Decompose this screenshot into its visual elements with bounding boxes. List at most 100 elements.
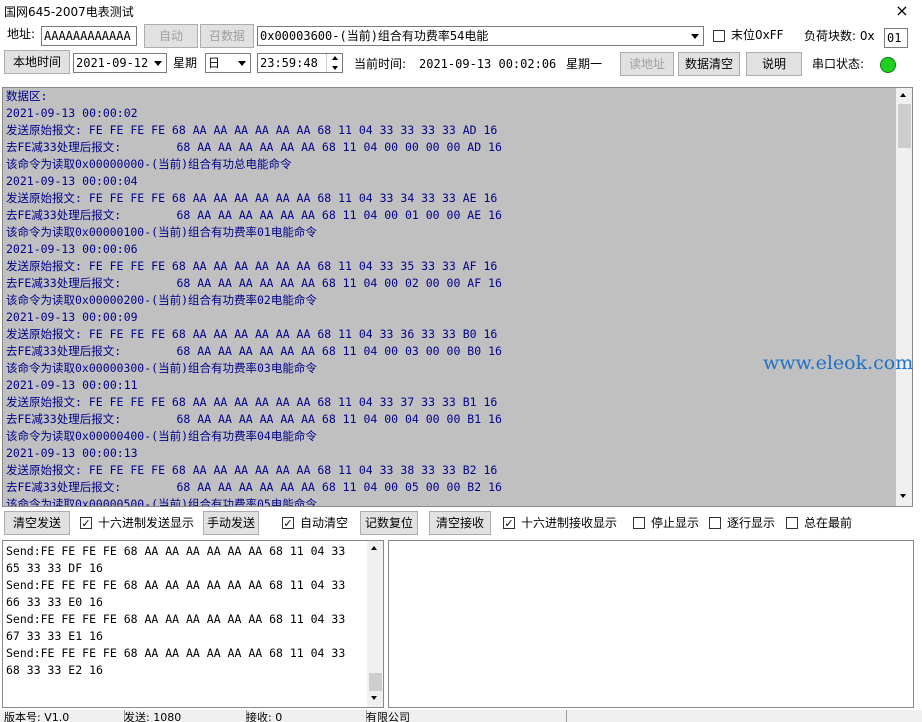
- chevron-down-icon[interactable]: [234, 54, 250, 72]
- address-label: 地址:: [7, 27, 36, 41]
- auto-button[interactable]: 自动: [144, 24, 198, 48]
- time-spinner[interactable]: [326, 54, 342, 72]
- data-area-line: 该命令为读取0x00000500-(当前)组合有功费率05电能命令: [6, 497, 317, 507]
- receive-count-status: 接收: 0: [242, 710, 367, 722]
- company-status: 有限公司: [362, 710, 567, 722]
- data-area-line: 2021-09-13 00:00:11: [6, 378, 138, 392]
- send-lines: Send:FE FE FE FE 68 AA AA AA AA AA AA 68…: [6, 543, 345, 679]
- hex-send-checkbox[interactable]: ✓: [80, 517, 92, 529]
- send-area-line: 67 33 33 E1 16: [6, 629, 103, 643]
- address-input[interactable]: AAAAAAAAAAAA: [41, 26, 137, 46]
- hex-receive-label: 十六进制接收显示: [521, 516, 618, 530]
- send-scrollbar[interactable]: [367, 541, 383, 707]
- watermark: www.eleok.com: [763, 352, 914, 374]
- send-area-line: Send:FE FE FE FE 68 AA AA AA AA AA AA 68…: [6, 544, 346, 558]
- payload-blocks-label: 负荷块数: 0x: [804, 29, 875, 43]
- clear-data-button[interactable]: 数据清空: [678, 52, 740, 76]
- stop-display-checkbox[interactable]: [633, 517, 645, 529]
- data-area-line: 去FE减33处理后报文: 68 AA AA AA AA AA AA 68 11 …: [6, 276, 502, 290]
- weekday-select[interactable]: 日: [205, 53, 251, 73]
- data-area-line: 去FE减33处理后报文: 68 AA AA AA AA AA AA 68 11 …: [6, 412, 502, 426]
- scroll-down-icon[interactable]: [371, 696, 377, 700]
- window-title: 国网645-2007电表测试: [4, 5, 134, 19]
- date-picker[interactable]: 2021-09-12: [73, 53, 167, 73]
- data-area-line: 2021-09-13 00:00:06: [6, 242, 138, 256]
- auto-clear-checkbox[interactable]: ✓: [282, 517, 294, 529]
- data-area-line: 发送原始报文: FE FE FE FE 68 AA AA AA AA AA AA…: [6, 259, 498, 273]
- data-area-line: 发送原始报文: FE FE FE FE 68 AA AA AA AA AA AA…: [6, 463, 498, 477]
- data-area-line: 去FE减33处理后报文: 68 AA AA AA AA AA AA 68 11 …: [6, 480, 502, 494]
- port-status-label: 串口状态:: [812, 57, 865, 71]
- summon-data-button[interactable]: 召数据: [200, 24, 254, 48]
- send-area-line: 65 33 33 DF 16: [6, 561, 103, 575]
- chevron-down-icon[interactable]: [687, 27, 703, 45]
- auto-clear-label: 自动清空: [300, 516, 349, 530]
- command-select[interactable]: 0x00003600-(当前)组合有功费率54电能: [257, 26, 704, 46]
- send-area[interactable]: Send:FE FE FE FE 68 AA AA AA AA AA AA 68…: [2, 540, 384, 708]
- send-area-line: Send:FE FE FE FE 68 AA AA AA AA AA AA 68…: [6, 578, 346, 592]
- data-area[interactable]: 数据区: 2021-09-13 00:00:02 发送原始报文: FE FE FE …: [2, 87, 913, 507]
- weekday-value: 日: [208, 56, 221, 70]
- port-status-led-icon: [880, 57, 896, 73]
- data-area-line: 2021-09-13 00:00:04: [6, 174, 138, 188]
- current-weekday: 星期一: [566, 57, 603, 71]
- line-display-label: 逐行显示: [727, 516, 776, 530]
- scroll-up-icon[interactable]: [371, 546, 377, 550]
- scroll-thumb[interactable]: [898, 104, 911, 148]
- version-status: 版本号: V1.0: [0, 710, 125, 722]
- line-display-checkbox[interactable]: [709, 517, 721, 529]
- chevron-down-icon[interactable]: [150, 54, 166, 72]
- hex-send-label: 十六进制发送显示: [98, 516, 195, 530]
- local-time-button[interactable]: 本地时间: [4, 50, 70, 74]
- current-time-value: 2021-09-13 00:02:06: [419, 57, 557, 71]
- current-time-label: 当前时间:: [354, 57, 407, 71]
- send-area-line: 66 33 33 E0 16: [6, 595, 103, 609]
- clear-send-button[interactable]: 清空发送: [4, 511, 70, 535]
- data-area-line: 该命令为读取0x00000100-(当前)组合有功费率01电能命令: [6, 225, 317, 239]
- close-icon[interactable]: ×: [893, 1, 911, 21]
- data-scrollbar[interactable]: [896, 88, 912, 506]
- payload-blocks-input[interactable]: 01: [884, 28, 908, 48]
- data-area-line: 发送原始报文: FE FE FE FE 68 AA AA AA AA AA AA…: [6, 123, 498, 137]
- scroll-up-icon[interactable]: [900, 93, 906, 97]
- always-on-top-label: 总在最前: [804, 516, 853, 530]
- stop-display-label: 停止显示: [651, 516, 700, 530]
- send-area-line: 68 33 33 E2 16: [6, 663, 103, 677]
- title-bar: 国网645-2007电表测试 ×: [0, 0, 922, 22]
- clear-receive-button[interactable]: 清空接收: [429, 511, 491, 535]
- date-value: 2021-09-12: [76, 56, 149, 70]
- time-input[interactable]: 23:59:48: [257, 53, 343, 73]
- status-bar: 版本号: V1.0 发送: 1080 接收: 0 有限公司: [0, 710, 922, 722]
- receive-area[interactable]: [388, 540, 914, 708]
- data-area-line: 2021-09-13 00:00:09: [6, 310, 138, 324]
- scroll-thumb[interactable]: [369, 673, 382, 691]
- read-address-button[interactable]: 读地址: [620, 52, 674, 76]
- data-area-line: 去FE减33处理后报文: 68 AA AA AA AA AA AA 68 11 …: [6, 208, 502, 222]
- data-area-line: 该命令为读取0x00000300-(当前)组合有功费率03电能命令: [6, 361, 317, 375]
- reset-count-button[interactable]: 记数复位: [360, 511, 418, 535]
- data-lines: 数据区: 2021-09-13 00:00:02 发送原始报文: FE FE FE …: [6, 88, 502, 507]
- spin-up-icon[interactable]: [327, 54, 342, 63]
- data-area-line: 发送原始报文: FE FE FE FE 68 AA AA AA AA AA AA…: [6, 191, 498, 205]
- last-ff-checkbox[interactable]: [713, 30, 725, 42]
- data-area-line: 数据区:: [6, 89, 48, 103]
- time-value: 23:59:48: [260, 56, 318, 70]
- data-area-line: 该命令为读取0x00000000-(当前)组合有功总电能命令: [6, 157, 292, 171]
- data-area-line: 去FE减33处理后报文: 68 AA AA AA AA AA AA 68 11 …: [6, 344, 502, 358]
- data-area-line: 去FE减33处理后报文: 68 AA AA AA AA AA AA 68 11 …: [6, 140, 502, 154]
- help-button[interactable]: 说明: [746, 52, 802, 76]
- spin-down-icon[interactable]: [327, 63, 342, 72]
- hex-receive-checkbox[interactable]: ✓: [503, 517, 515, 529]
- send-area-line: Send:FE FE FE FE 68 AA AA AA AA AA AA 68…: [6, 646, 346, 660]
- send-area-line: Send:FE FE FE FE 68 AA AA AA AA AA AA 68…: [6, 612, 346, 626]
- command-select-value: 0x00003600-(当前)组合有功费率54电能: [260, 29, 489, 43]
- data-area-line: 发送原始报文: FE FE FE FE 68 AA AA AA AA AA AA…: [6, 395, 498, 409]
- data-area-line: 发送原始报文: FE FE FE FE 68 AA AA AA AA AA AA…: [6, 327, 498, 341]
- scroll-down-icon[interactable]: [900, 494, 906, 498]
- manual-send-button[interactable]: 手动发送: [203, 511, 259, 535]
- data-area-line: 该命令为读取0x00000200-(当前)组合有功费率02电能命令: [6, 293, 317, 307]
- data-area-line: 2021-09-13 00:00:13: [6, 446, 138, 460]
- always-on-top-checkbox[interactable]: [786, 517, 798, 529]
- weekday-label: 星期: [173, 56, 198, 70]
- data-area-line: 该命令为读取0x00000400-(当前)组合有功费率04电能命令: [6, 429, 317, 443]
